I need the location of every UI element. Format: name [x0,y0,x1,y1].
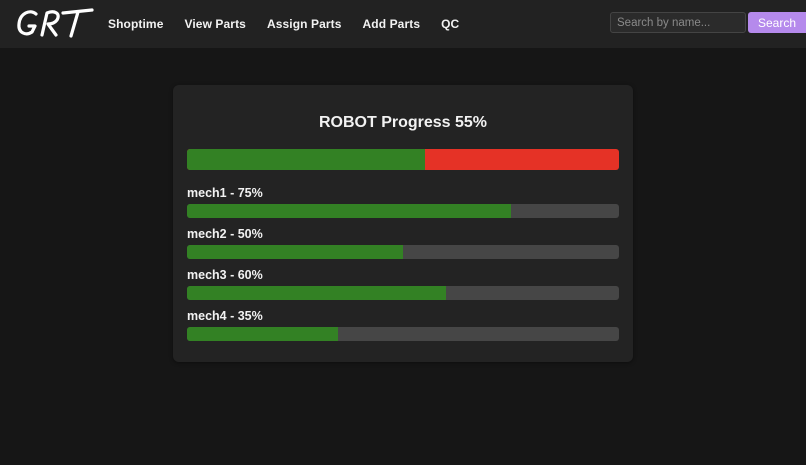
mech-label: mech4 - 35% [187,309,263,323]
mech-progress-item: mech1 - 75% [187,185,619,218]
robot-progress-title: ROBOT Progress 55% [318,114,488,131]
robot-progress-card: ROBOT Progress 55% mech1 - 75% mech2 - 5… [173,85,633,362]
mech-progress-fill [187,286,447,300]
mech-progress-item: mech4 - 35% [187,308,619,341]
mech-progress-fill [187,327,339,341]
mech-label: mech1 - 75% [187,186,263,200]
robot-progress-bar [187,149,619,170]
nav-link-qc[interactable]: QC [441,17,459,31]
nav-link-view-parts[interactable]: View Parts [184,17,245,31]
mech-label: mech2 - 50% [187,227,263,241]
nav-links: Shoptime View Parts Assign Parts Add Par… [108,0,480,48]
mech-progress-track [187,327,619,341]
mech-progress-fill [187,245,403,259]
mech-progress-item: mech3 - 60% [187,267,619,300]
navbar: Shoptime View Parts Assign Parts Add Par… [0,0,806,48]
nav-link-shoptime[interactable]: Shoptime [108,17,163,31]
nav-link-add-parts[interactable]: Add Parts [363,17,421,31]
mech-label: mech3 - 60% [187,268,263,282]
mech-progress-track [187,245,619,259]
mech-progress-track [187,286,619,300]
nav-link-assign-parts[interactable]: Assign Parts [267,17,342,31]
mech-progress-track [187,204,619,218]
search-input[interactable] [610,12,746,33]
robot-progress-fill [187,149,425,170]
mech-progress-fill [187,204,511,218]
grt-logo[interactable] [16,5,94,41]
search-button[interactable]: Search [748,12,806,33]
mech-progress-item: mech2 - 50% [187,226,619,259]
